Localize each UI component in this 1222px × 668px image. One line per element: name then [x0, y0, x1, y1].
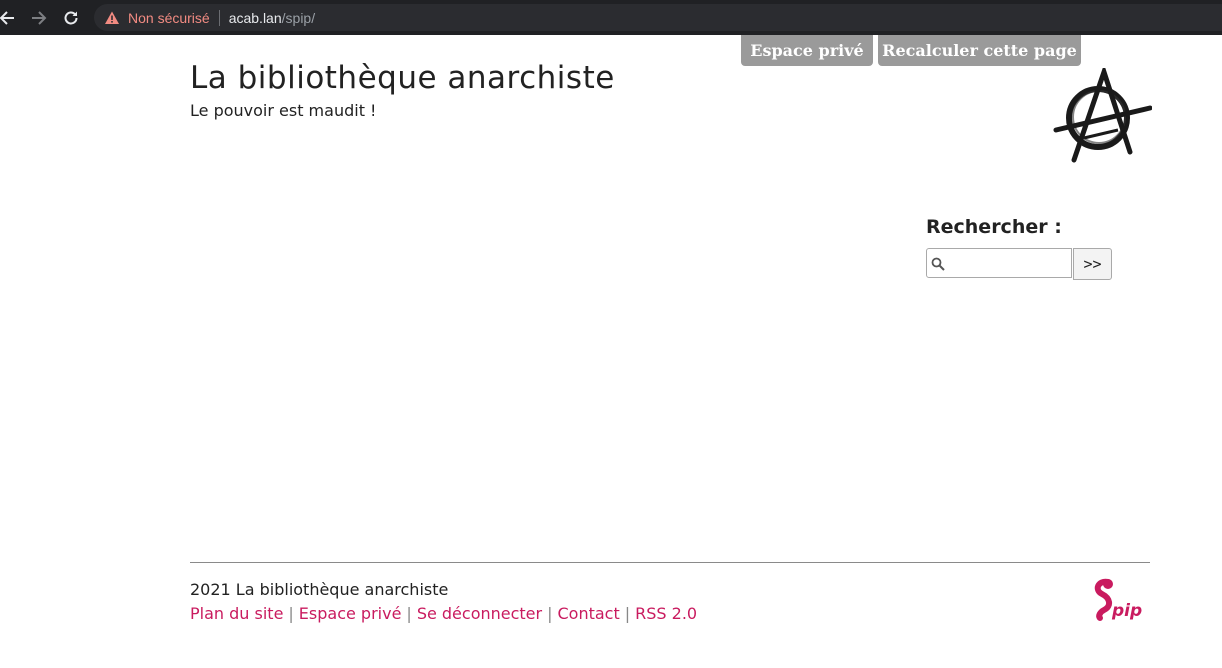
url-host: acab.lan: [228, 9, 282, 26]
anarchy-symbol-logo[interactable]: [1052, 68, 1152, 166]
footer-link-logout[interactable]: Se déconnecter: [417, 604, 542, 623]
address-bar[interactable]: Non sécurisé acab.lan/spip/: [94, 4, 1222, 31]
footer-copyright: 2021 La bibliothèque anarchiste: [190, 580, 449, 599]
search-input[interactable]: [947, 251, 1071, 277]
warning-triangle-icon[interactable]: [104, 10, 120, 26]
svg-text:pip: pip: [1111, 601, 1142, 621]
search-field[interactable]: [926, 248, 1072, 278]
footer-separator: |: [288, 604, 294, 623]
security-status-label[interactable]: Non sécurisé: [128, 10, 210, 26]
back-button[interactable]: [0, 0, 20, 35]
forward-button[interactable]: [26, 0, 52, 35]
arrow-left-icon: [0, 10, 14, 25]
footer-separator: |: [547, 604, 553, 623]
search-label: Rechercher :: [926, 216, 1062, 238]
footer-link-sitemap[interactable]: Plan du site: [190, 604, 283, 623]
private-space-button[interactable]: Espace privé: [741, 35, 873, 66]
url-path: /spip/: [281, 9, 316, 26]
browser-toolbar: Non sécurisé acab.lan/spip/: [0, 0, 1222, 35]
footer-link-rss[interactable]: RSS 2.0: [635, 604, 697, 623]
footer-separator: |: [624, 604, 631, 623]
reload-icon: [64, 11, 78, 24]
footer-links: Plan du site | Espace privé | Se déconnecter…: [190, 604, 697, 623]
site-slogan: Le pouvoir est maudit !: [190, 101, 377, 120]
recalculate-page-button[interactable]: Recalculer cette page: [878, 35, 1081, 66]
arrow-right-icon: [32, 10, 47, 25]
reload-button[interactable]: [58, 0, 84, 35]
footer-separator: |: [406, 604, 412, 623]
spip-logo[interactable]: pip: [1090, 576, 1150, 622]
omnibox-divider: [218, 9, 220, 26]
magnifier-icon: [931, 257, 945, 271]
search-submit-button[interactable]: >>: [1073, 248, 1112, 280]
page-title[interactable]: La bibliothèque anarchiste: [190, 60, 615, 96]
footer-link-contact[interactable]: Contact: [558, 604, 620, 623]
footer-divider: [190, 562, 1150, 563]
footer-link-private-space[interactable]: Espace privé: [299, 604, 402, 623]
